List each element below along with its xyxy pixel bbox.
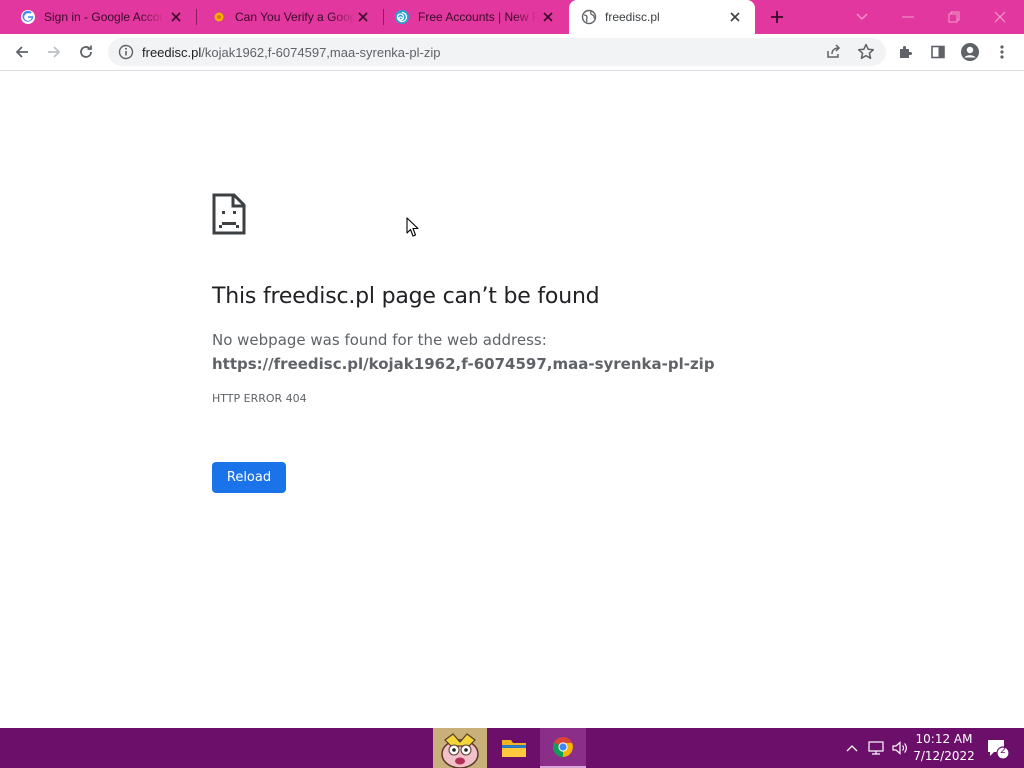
yellow-dot-icon [211,9,227,25]
plus-icon [771,11,783,23]
folder-icon [502,740,526,757]
tab-freedisc[interactable]: freedisc.pl [569,0,755,34]
restore-button[interactable] [931,0,977,34]
taskbar-clock[interactable]: 10:12 AM 7/12/2022 [912,731,976,765]
url-path: /kojak1962,f-6074597,maa-syrenka-pl-zip [201,45,441,60]
network-icon[interactable] [866,738,886,758]
notification-count: 2 [1000,746,1006,756]
taskbar: 10:12 AM 7/12/2022 2 [0,728,1024,768]
error-description: No webpage was found for the web address… [212,328,752,376]
url-host: freedisc.pl [142,45,202,60]
profile-button[interactable] [956,38,984,66]
tab-title: Can You Verify a Google Account [235,10,355,24]
kebab-menu-icon [1000,45,1004,59]
taskbar-file-explorer[interactable] [490,728,538,768]
share-icon[interactable] [824,42,844,62]
new-tab-button[interactable] [766,6,788,28]
tab-search-button[interactable] [839,0,885,34]
globe-icon [581,9,597,25]
side-panel-button[interactable] [924,38,952,66]
google-g-icon [20,9,36,25]
close-tab-icon[interactable] [355,9,371,25]
error-page: This freedisc.pl page can’t be found No … [0,71,1024,728]
cartoon-character-icon [433,728,487,768]
back-button[interactable] [8,38,36,66]
refresh-icon [80,45,92,58]
arrow-right-icon [48,46,61,58]
info-icon[interactable] [118,44,134,60]
chevron-up-icon [846,745,858,752]
avatar-icon [961,43,979,61]
chrome-icon [552,737,573,758]
taskbar-app-cartoon[interactable] [433,728,487,768]
close-tab-icon[interactable] [168,9,184,25]
chevron-down-icon [856,13,868,20]
restore-icon [948,11,960,23]
error-heading: This freedisc.pl page can’t be found [212,284,600,309]
reload-toolbar-button[interactable] [72,38,100,66]
bookmark-star-icon[interactable] [856,42,876,62]
clock-time: 10:12 AM [915,732,973,746]
error-code: HTTP ERROR 404 [212,392,307,405]
spiral-icon [394,9,410,25]
tab-google-signin[interactable]: Sign in - Google Accounts [0,0,196,34]
minimize-icon [902,16,914,18]
close-tab-icon[interactable] [727,9,743,25]
puzzle-icon [900,46,912,58]
tab-title: freedisc.pl [605,10,660,24]
error-description-text: No webpage was found for the web address… [212,331,547,349]
tab-title: Sign in - Google Accounts [44,10,164,24]
tab-verify-google[interactable]: Can You Verify a Google Account [197,0,383,34]
tab-free-accounts[interactable]: Free Accounts | New Free [384,0,568,34]
menu-button[interactable] [988,38,1016,66]
extensions-button[interactable] [892,38,920,66]
show-hidden-icons-button[interactable] [842,738,862,758]
taskbar-chrome[interactable] [540,728,586,768]
tab-title: Free Accounts | New Free [418,10,538,24]
close-window-button[interactable] [977,0,1023,34]
mouse-cursor-icon [406,217,420,238]
reload-button[interactable]: Reload [212,462,286,493]
browser-toolbar: freedisc.pl/kojak1962,f-6074597,maa-syre… [0,34,1024,71]
volume-icon[interactable] [890,738,910,758]
clock-date: 7/12/2022 [913,749,975,763]
sad-page-icon [212,193,246,235]
forward-button[interactable] [40,38,68,66]
notification-center-button[interactable]: 2 [986,738,1010,760]
address-bar[interactable]: freedisc.pl/kojak1962,f-6074597,maa-syre… [108,38,886,66]
url-text[interactable]: freedisc.pl/kojak1962,f-6074597,maa-syre… [142,45,440,60]
tab-strip: Sign in - Google Accounts Can You Verify… [0,0,1024,34]
close-icon [994,11,1006,23]
side-panel-icon [931,45,945,59]
close-tab-icon[interactable] [540,9,556,25]
minimize-button[interactable] [885,0,931,34]
error-url: https://freedisc.pl/kojak1962,f-6074597,… [212,355,715,373]
arrow-left-icon [15,46,28,58]
